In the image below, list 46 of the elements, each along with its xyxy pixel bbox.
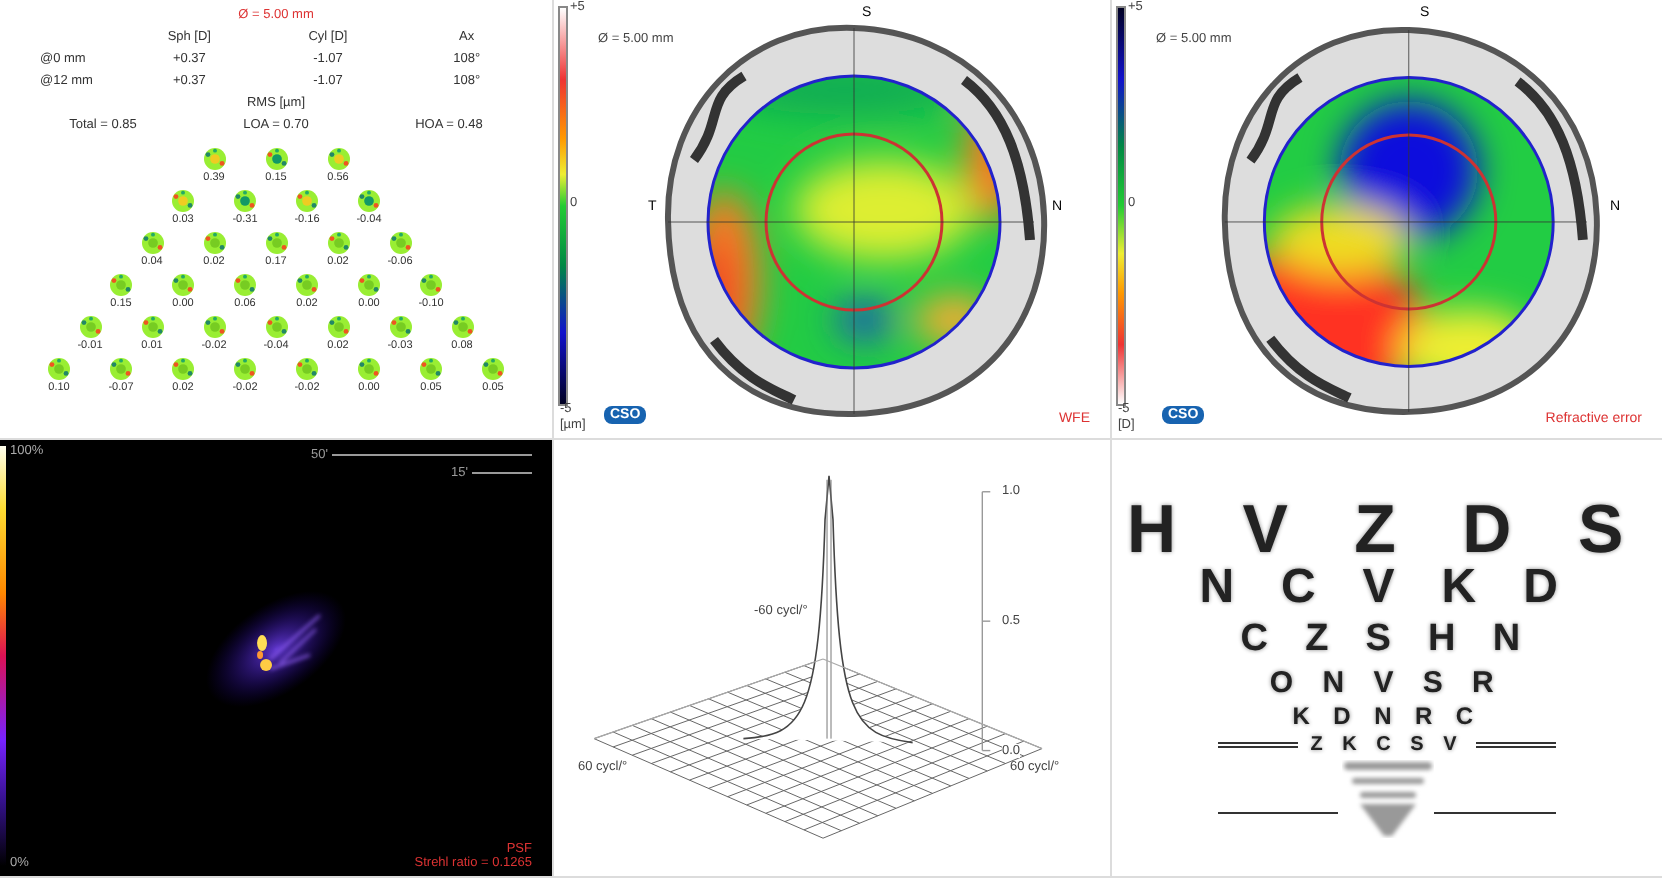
zernike-map-icon bbox=[296, 274, 318, 296]
zernike-map-icon bbox=[296, 358, 318, 380]
optotype-row: O N V S R bbox=[1269, 668, 1505, 698]
zernike-map-icon bbox=[234, 190, 256, 212]
zernike-map-icon bbox=[172, 274, 194, 296]
rule-line bbox=[1218, 812, 1338, 814]
zernike-map-icon bbox=[234, 274, 256, 296]
optotype-row: K D N R C bbox=[1292, 704, 1482, 728]
optotype-row: Z K C S V bbox=[1310, 736, 1464, 756]
zernike-map-icon bbox=[110, 358, 132, 380]
optotype-row: H V Z D S bbox=[1126, 496, 1648, 564]
zernike-map-icon bbox=[110, 274, 132, 296]
rule-line bbox=[1434, 812, 1556, 814]
point-spread-drawing bbox=[206, 590, 346, 708]
zernike-map-icon bbox=[451, 316, 473, 338]
optotype-row: C Z S H N bbox=[1240, 620, 1534, 658]
zernike-map-icon bbox=[172, 190, 194, 212]
scale-bar-line bbox=[472, 472, 532, 474]
rule-line bbox=[1218, 742, 1298, 748]
zernike-map-icon bbox=[203, 232, 225, 254]
zernike-map-icon bbox=[389, 316, 411, 338]
zernike-map-icon bbox=[265, 148, 287, 170]
zernike-map-icon bbox=[79, 316, 101, 338]
zernike-map-icon bbox=[203, 148, 225, 170]
rule-line bbox=[1476, 742, 1556, 748]
zernike-map-icon bbox=[482, 358, 504, 380]
zernike-map-icon bbox=[327, 316, 349, 338]
small-optotypes-drawing bbox=[1342, 760, 1434, 838]
zernike-map-icon bbox=[234, 358, 256, 380]
zernike-map-icon bbox=[203, 316, 225, 338]
zernike-map-icon bbox=[172, 358, 194, 380]
zernike-map-icon bbox=[327, 148, 349, 170]
zernike-map-icon bbox=[265, 316, 287, 338]
zernike-map-icon bbox=[141, 232, 163, 254]
optotype-row: N C V K D bbox=[1199, 564, 1575, 612]
zernike-map-icon bbox=[265, 232, 287, 254]
zernike-map-icon bbox=[420, 274, 442, 296]
zernike-map-icon bbox=[296, 190, 318, 212]
zernike-map-icon bbox=[420, 358, 442, 380]
zernike-map-icon bbox=[389, 232, 411, 254]
zernike-map-icon bbox=[358, 358, 380, 380]
zernike-map-icon bbox=[48, 358, 70, 380]
zernike-map-icon bbox=[358, 190, 380, 212]
zernike-map-icon bbox=[358, 274, 380, 296]
zernike-map-icon bbox=[327, 232, 349, 254]
zernike-map-icon bbox=[141, 316, 163, 338]
